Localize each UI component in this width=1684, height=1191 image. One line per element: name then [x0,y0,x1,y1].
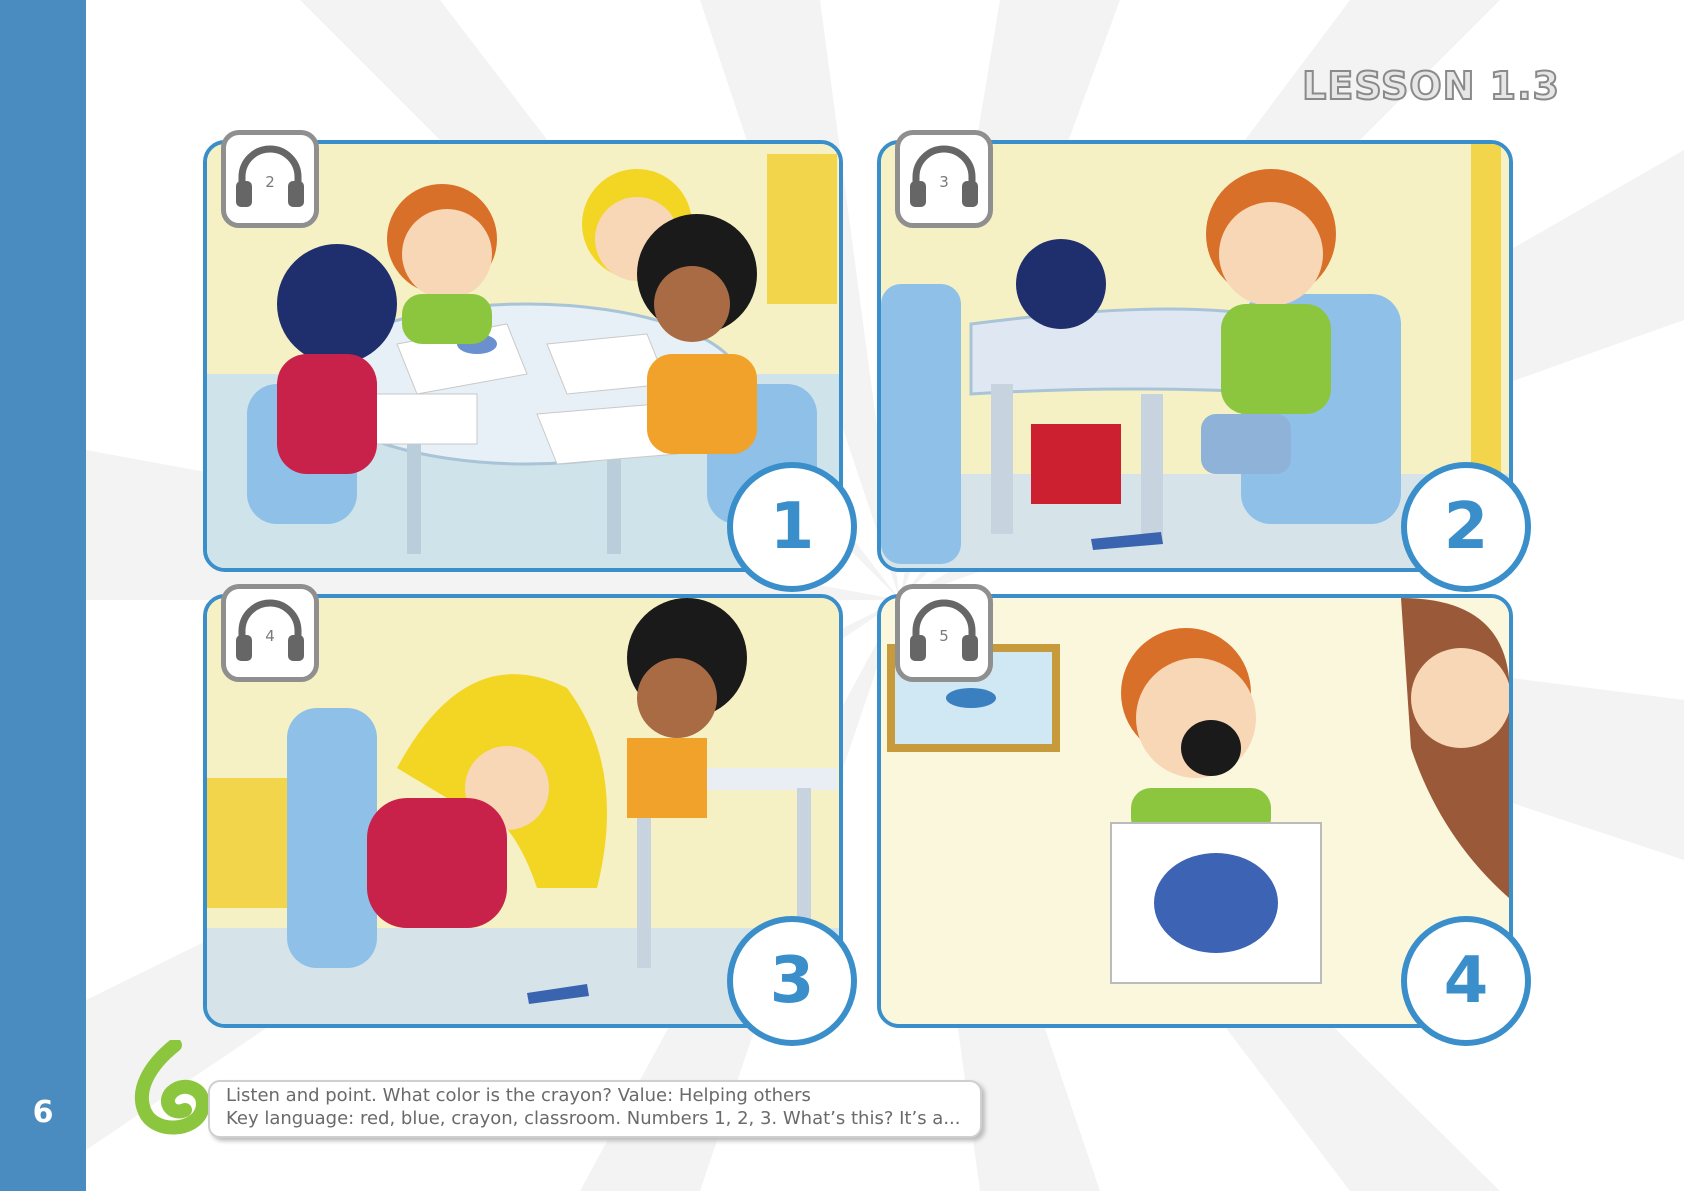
track-number: 2 [265,173,275,191]
page-sidebar [0,0,86,1191]
page-number: 6 [32,1095,54,1130]
panel-number: 2 [1401,462,1531,592]
instruction-line-1: Listen and point. What color is the cray… [226,1085,811,1106]
audio-track-badge[interactable]: 5 [895,584,993,682]
instruction-box: Listen and point. What color is the cray… [208,1080,982,1138]
swirl-logo-icon [134,1040,210,1135]
track-number: 3 [939,173,949,191]
instruction-line-2: Key language: red, blue, crayon, classro… [226,1108,961,1129]
panel-number: 1 [727,462,857,592]
panel-number: 4 [1401,916,1531,1046]
audio-track-badge[interactable]: 4 [221,584,319,682]
track-number: 5 [939,627,949,645]
lesson-title: LESSON 1.3 [1301,63,1560,109]
audio-track-badge[interactable]: 3 [895,130,993,228]
panel-number: 3 [727,916,857,1046]
track-number: 4 [265,627,275,645]
story-panel-1: 2 1 [203,130,857,592]
story-panel-4: 5 4 [877,584,1531,1046]
audio-track-badge[interactable]: 2 [221,130,319,228]
story-panel-2: 3 2 [877,130,1531,592]
story-panel-3: 4 3 [203,584,857,1046]
